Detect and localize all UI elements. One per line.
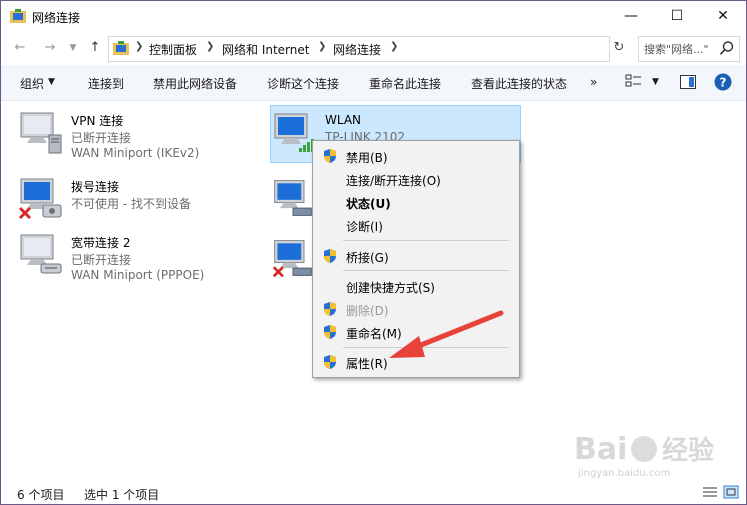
uac-shield-icon: [324, 355, 336, 369]
title-bar: 网络连接 — ☐ ✕: [1, 1, 746, 32]
breadcrumb-separator-icon: ❯: [390, 41, 399, 52]
uac-shield-icon: [324, 325, 336, 339]
preview-pane-icon[interactable]: [680, 75, 696, 89]
connection-name: VPN 连接: [71, 114, 124, 128]
menu-separator: [343, 270, 509, 271]
menu-item-label: 桥接(G): [346, 251, 389, 265]
address-bar[interactable]: ❯ 控制面板 ❯ 网络和 Internet ❯ 网络连接 ❯ ▼: [108, 36, 704, 62]
help-icon[interactable]: ?: [714, 73, 732, 91]
svg-text:经验: 经验: [662, 435, 714, 466]
large-icons-view-icon[interactable]: [723, 485, 739, 499]
ethernet-connection-icon[interactable]: [271, 175, 315, 221]
connection-status: 已断开连接: [71, 253, 132, 267]
item-count: 6 个项目: [17, 488, 65, 502]
baidu-jingyan-watermark-icon: Bai 经验 jingyan.baidu.com: [574, 432, 714, 479]
window-title: 网络连接: [32, 11, 81, 25]
organize-chevron-icon[interactable]: ▼: [48, 77, 55, 87]
uac-shield-icon: [324, 249, 336, 263]
menu-separator: [343, 347, 509, 348]
organize-menu-button[interactable]: 组织: [20, 75, 44, 92]
more-commands-button[interactable]: »: [590, 75, 597, 89]
menu-item-disable[interactable]: 禁用(B): [313, 145, 519, 167]
rename-connection-button[interactable]: 重命名此连接: [369, 75, 441, 92]
menu-item-bridge[interactable]: 桥接(G): [313, 245, 519, 267]
connection-device: WAN Miniport (IKEv2): [71, 146, 200, 160]
vpn-connection-icon: [20, 112, 62, 154]
menu-item-status[interactable]: 状态(U): [313, 191, 519, 213]
details-view-icon[interactable]: [702, 485, 718, 499]
connection-status: 已断开连接: [71, 131, 132, 145]
connection-name: WLAN: [325, 113, 362, 127]
connection-item-dialup[interactable]: 拨号连接 不可使用 - 找不到设备: [17, 171, 247, 227]
menu-item-label: 状态(U): [346, 197, 391, 211]
menu-item-connect-disconnect[interactable]: 连接/断开连接(O): [313, 168, 519, 190]
forward-arrow-icon[interactable]: →: [40, 38, 60, 58]
network-folder-icon: [10, 9, 26, 23]
menu-item-create-shortcut[interactable]: 创建快捷方式(S): [313, 275, 519, 297]
breadcrumb-network-connections[interactable]: 网络连接: [333, 41, 381, 58]
maximize-button[interactable]: ☐: [654, 1, 700, 32]
svg-text:jingyan.baidu.com: jingyan.baidu.com: [577, 468, 670, 479]
connection-name: 拨号连接: [71, 180, 120, 194]
search-icon[interactable]: [719, 40, 735, 56]
recent-locations-chevron-icon[interactable]: ▼: [63, 38, 83, 58]
breadcrumb-separator-icon: ❯: [135, 41, 144, 52]
up-arrow-icon[interactable]: ↑: [85, 38, 105, 58]
view-status-button[interactable]: 查看此连接的状态: [471, 75, 567, 92]
menu-item-properties[interactable]: 属性(R): [313, 351, 519, 373]
menu-item-label: 重命名(M): [346, 327, 402, 341]
dialup-connection-icon: [18, 178, 62, 220]
diagnose-connection-button[interactable]: 诊断这个连接: [267, 75, 339, 92]
command-bar: 组织 ▼ 连接到 禁用此网络设备 诊断这个连接 重命名此连接 查看此连接的状态 …: [1, 65, 746, 101]
menu-item-diagnose[interactable]: 诊断(I): [313, 214, 519, 236]
search-box[interactable]: [638, 36, 740, 62]
selection-count: 选中 1 个项目: [84, 488, 160, 502]
close-button[interactable]: ✕: [700, 1, 746, 32]
menu-item-label: 禁用(B): [346, 151, 388, 165]
svg-text:?: ?: [720, 76, 727, 90]
connection-status: 不可使用 - 找不到设备: [71, 197, 191, 211]
menu-item-delete: 删除(D): [313, 298, 519, 320]
connection-item-vpn[interactable]: VPN 连接 已断开连接 WAN Miniport (IKEv2): [17, 105, 247, 161]
connection-name: 宽带连接 2: [71, 236, 131, 250]
breadcrumb-separator-icon: ❯: [206, 41, 215, 52]
breadcrumb-control-panel[interactable]: 控制面板: [149, 41, 197, 58]
view-options-chevron-icon[interactable]: ▼: [652, 77, 659, 87]
control-panel-icon: [113, 41, 129, 55]
connection-device: WAN Miniport (PPPOE): [71, 268, 205, 282]
uac-shield-icon: [324, 302, 336, 316]
back-arrow-icon[interactable]: ←: [10, 38, 30, 58]
connection-item-broadband[interactable]: 宽带连接 2 已断开连接 WAN Miniport (PPPOE): [17, 227, 247, 283]
menu-item-label: 诊断(I): [346, 220, 383, 234]
menu-item-rename[interactable]: 重命名(M): [313, 321, 519, 343]
breadcrumb-network-internet[interactable]: 网络和 Internet: [222, 41, 309, 58]
minimize-button[interactable]: —: [608, 1, 654, 32]
connect-to-button[interactable]: 连接到: [88, 75, 124, 92]
network-connections-window: 网络连接 — ☐ ✕ ← → ▼ ↑ ❯ 控制面板 ❯ 网络和 Internet…: [0, 0, 747, 505]
search-input[interactable]: [642, 39, 716, 59]
menu-item-label: 创建快捷方式(S): [346, 281, 435, 295]
uac-shield-icon: [324, 149, 336, 163]
navigation-bar: ← → ▼ ↑ ❯ 控制面板 ❯ 网络和 Internet ❯ 网络连接 ❯ ▼: [1, 32, 746, 65]
menu-item-label: 连接/断开连接(O): [346, 174, 441, 188]
menu-separator: [343, 240, 509, 241]
change-view-icon[interactable]: [625, 74, 643, 90]
disabled-adapter-icon[interactable]: [271, 235, 315, 281]
breadcrumb-separator-icon: ❯: [318, 41, 327, 52]
refresh-icon[interactable]: ↻: [609, 36, 629, 60]
menu-item-label: 删除(D): [346, 304, 389, 318]
disable-device-button[interactable]: 禁用此网络设备: [153, 75, 237, 92]
broadband-connection-icon: [20, 234, 62, 274]
context-menu: 禁用(B) 连接/断开连接(O) 状态(U) 诊断(I) 桥接(G) 创建快捷方…: [312, 140, 520, 378]
svg-text:Bai: Bai: [574, 432, 627, 467]
menu-item-label: 属性(R): [346, 357, 388, 371]
status-bar: 6 个项目 选中 1 个项目: [1, 482, 746, 504]
